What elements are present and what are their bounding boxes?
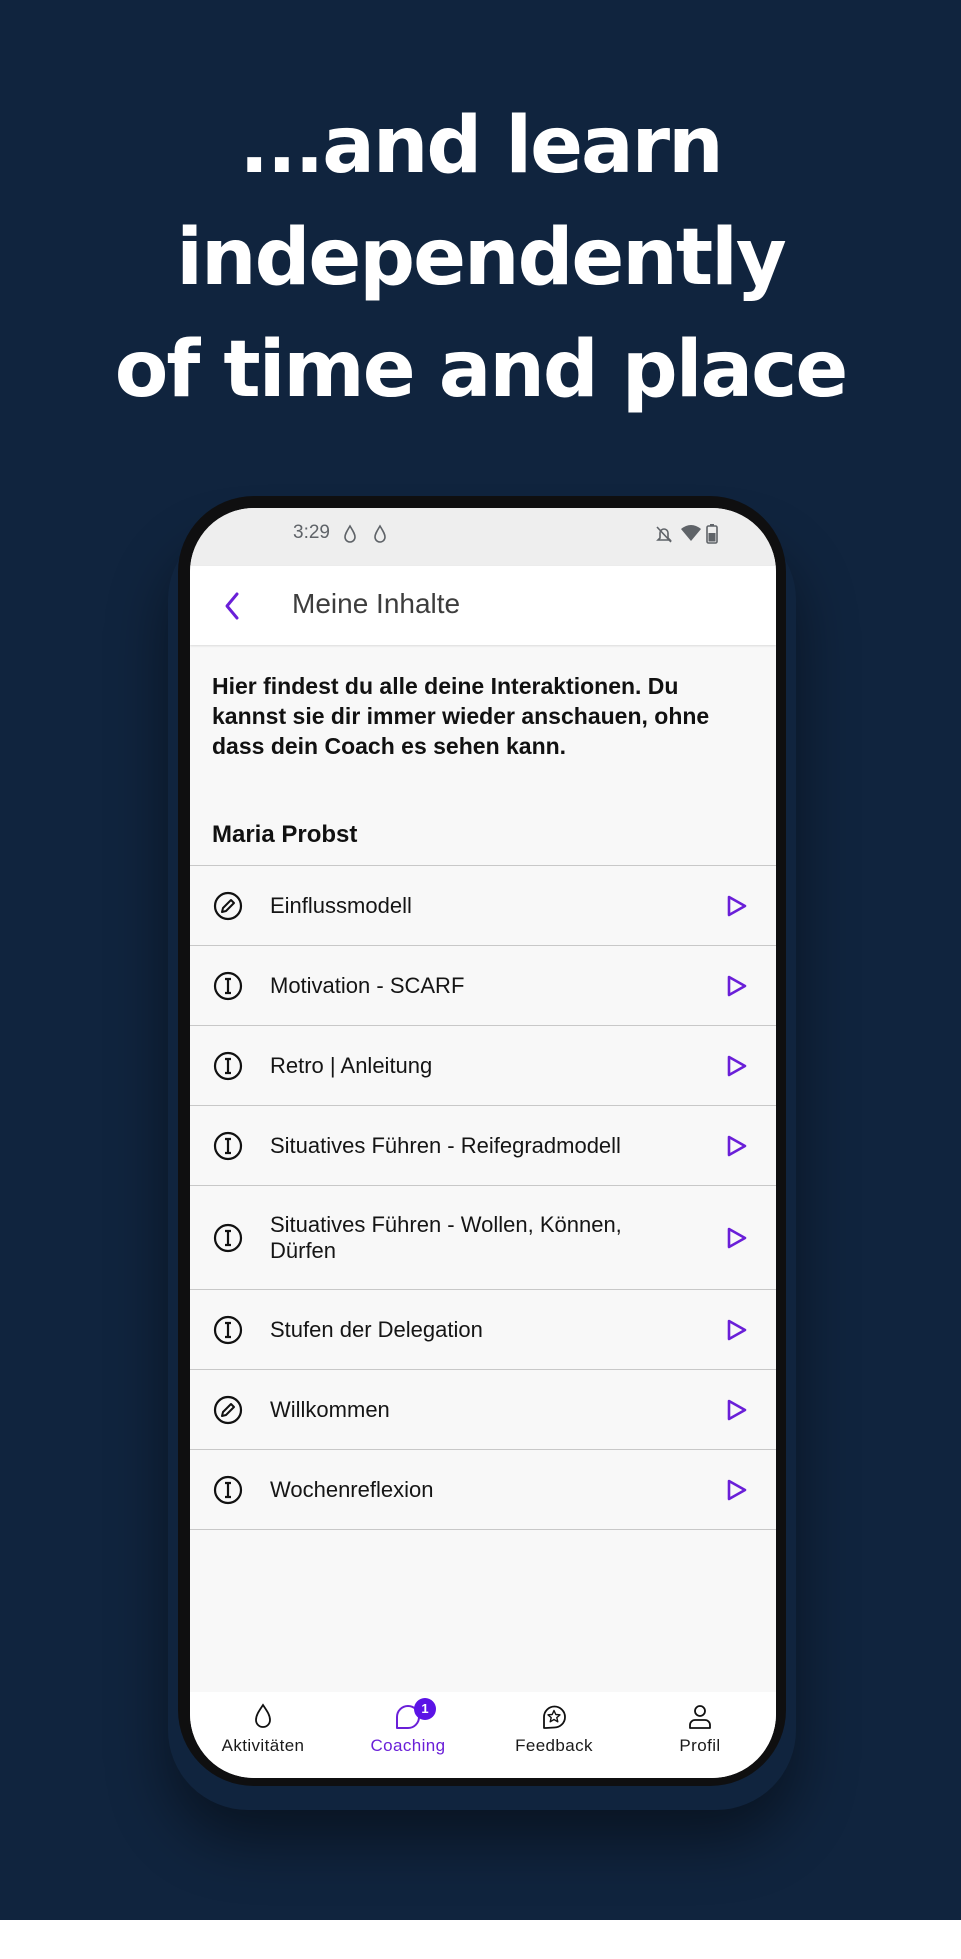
info-circle-icon bbox=[213, 1131, 243, 1160]
list-item[interactable]: Wochenreflexion bbox=[190, 1450, 776, 1530]
nav-item-feedback[interactable]: Feedback bbox=[489, 1702, 619, 1756]
list-item-label: Stufen der Delegation bbox=[270, 1316, 483, 1342]
list-item-label: Wochenreflexion bbox=[270, 1476, 434, 1502]
list-item-label: Situatives Führen - Wollen, Können, Dürf… bbox=[270, 1211, 622, 1263]
play-icon[interactable] bbox=[726, 894, 748, 918]
nav-label: Coaching bbox=[370, 1736, 446, 1755]
intro-text: Hier findest du alle deine Interaktionen… bbox=[212, 673, 710, 759]
list-item-label: Einflussmodell bbox=[270, 892, 412, 918]
phone-screen: 3:29 Meine Inhalte Hier findest du alle … bbox=[190, 508, 776, 1778]
nav-label: Profil bbox=[679, 1736, 721, 1755]
battery-icon bbox=[706, 524, 718, 544]
play-icon[interactable] bbox=[726, 1134, 748, 1158]
notifications-off-icon bbox=[656, 526, 672, 543]
play-icon[interactable] bbox=[726, 974, 748, 998]
page-title: Meine Inhalte bbox=[292, 588, 461, 619]
play-icon[interactable] bbox=[726, 1318, 748, 1342]
pencil-circle-icon bbox=[213, 1395, 243, 1424]
list-item[interactable]: Motivation - SCARF bbox=[190, 946, 776, 1026]
bottom-navigation: Aktivitäten 1 Coaching Feedback Profil bbox=[190, 1692, 776, 1778]
pencil-circle-icon bbox=[213, 891, 243, 920]
headline-line-1: ...and learn bbox=[239, 101, 723, 191]
drop-icon bbox=[374, 524, 386, 543]
status-time: 3:29 bbox=[293, 522, 330, 543]
list-item[interactable]: Einflussmodell bbox=[190, 866, 776, 946]
headline: ...and learn independently of time and p… bbox=[0, 90, 961, 426]
back-button[interactable] bbox=[212, 586, 252, 626]
list-item[interactable]: Stufen der Delegation bbox=[190, 1290, 776, 1370]
notification-badge: 1 bbox=[414, 1698, 436, 1720]
headline-line-3: of time and place bbox=[114, 325, 849, 415]
play-icon[interactable] bbox=[726, 1398, 748, 1422]
content-list: Einflussmodell Motivation - SCARF Retro … bbox=[190, 865, 776, 1530]
wifi-icon bbox=[681, 525, 701, 541]
section-title: Maria Probst bbox=[212, 821, 358, 848]
nav-item-coaching[interactable]: 1 Coaching bbox=[343, 1698, 473, 1756]
app-bar: Meine Inhalte bbox=[190, 566, 776, 645]
list-item[interactable]: Retro | Anleitung bbox=[190, 1026, 776, 1106]
drop-icon bbox=[255, 1703, 271, 1728]
info-circle-icon bbox=[213, 971, 243, 1000]
person-icon bbox=[689, 1705, 711, 1729]
star-bubble-icon bbox=[543, 1705, 566, 1729]
info-circle-icon bbox=[213, 1315, 243, 1344]
status-bar: 3:29 bbox=[190, 508, 776, 566]
info-circle-icon bbox=[213, 1475, 243, 1504]
list-item-label: Willkommen bbox=[270, 1396, 390, 1422]
play-icon[interactable] bbox=[726, 1226, 748, 1250]
drop-icon bbox=[344, 524, 356, 543]
list-item-label: Motivation - SCARF bbox=[270, 972, 465, 998]
list-item-label: Retro | Anleitung bbox=[270, 1052, 433, 1078]
info-circle-icon bbox=[213, 1051, 243, 1080]
info-circle-icon bbox=[213, 1223, 243, 1252]
nav-item-profil[interactable]: Profil bbox=[635, 1702, 765, 1756]
list-item[interactable]: Willkommen bbox=[190, 1370, 776, 1450]
phone-frame: 3:29 Meine Inhalte Hier findest du alle … bbox=[178, 496, 786, 1786]
list-item[interactable]: Situatives Führen - Wollen, Können, Dürf… bbox=[190, 1186, 776, 1290]
headline-line-2: independently bbox=[176, 213, 786, 303]
nav-item-aktivitaeten[interactable]: Aktivitäten bbox=[198, 1702, 328, 1756]
chevron-left-icon bbox=[225, 592, 239, 620]
play-icon[interactable] bbox=[726, 1054, 748, 1078]
nav-label: Feedback bbox=[515, 1736, 593, 1755]
play-icon[interactable] bbox=[726, 1478, 748, 1502]
list-item[interactable]: Situatives Führen - Reifegradmodell bbox=[190, 1106, 776, 1186]
nav-label: Aktivitäten bbox=[221, 1736, 305, 1755]
list-item-label: Situatives Führen - Reifegradmodell bbox=[270, 1132, 621, 1158]
